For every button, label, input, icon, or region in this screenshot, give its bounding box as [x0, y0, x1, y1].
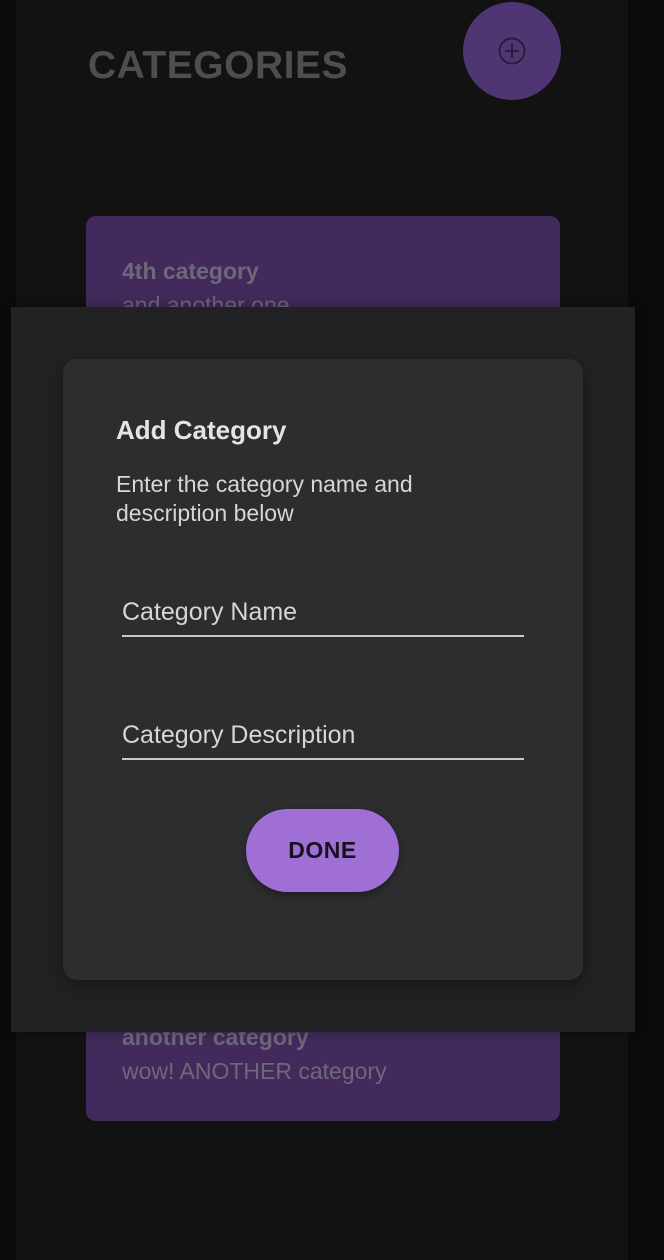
- category-description: wow! ANOTHER category: [122, 1058, 387, 1084]
- category-name-field: [122, 589, 524, 637]
- dialog-title: Add Category: [116, 415, 287, 445]
- done-button[interactable]: DONE: [246, 809, 399, 892]
- category-description-field: [122, 712, 524, 760]
- category-description-input[interactable]: [122, 712, 524, 758]
- add-circle-icon: [498, 37, 526, 65]
- category-title: 4th category: [122, 258, 259, 284]
- page-title: CATEGORIES: [88, 44, 348, 87]
- dialog-message: Enter the category name and description …: [116, 471, 413, 526]
- add-category-fab[interactable]: [463, 2, 561, 100]
- category-name-input[interactable]: [122, 589, 524, 635]
- add-category-dialog: Add Category Enter the category name and…: [63, 359, 583, 980]
- screen: CATEGORIES 4th category and another one …: [0, 0, 664, 1260]
